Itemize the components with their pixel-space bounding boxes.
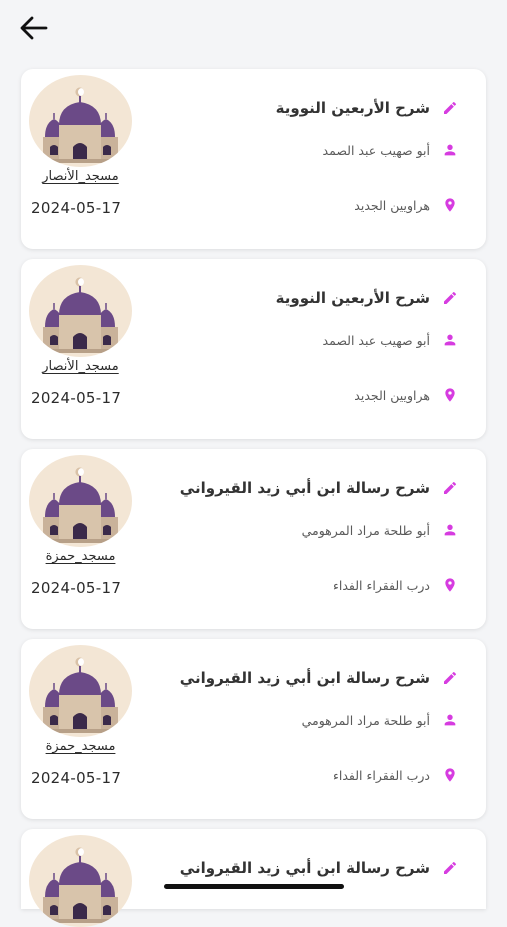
pencil-icon <box>442 100 458 116</box>
mosque-icon <box>43 467 118 543</box>
lesson-card[interactable]: مسجد_حمزة 2024-05-17 شرح رسالة ابن أبي ز… <box>21 639 486 819</box>
sheikh-name: أبو طلحة مراد المرهومي <box>301 712 430 728</box>
mosque-icon <box>43 657 118 733</box>
location-row: درب الفقراء الفداء <box>333 767 458 783</box>
lesson-title: شرح رسالة ابن أبي زيد القيرواني <box>179 669 430 687</box>
pencil-icon <box>442 290 458 306</box>
mosque-name[interactable]: مسجد_الأنصار <box>29 359 132 374</box>
lesson-title-row: شرح رسالة ابن أبي زيد القيرواني <box>180 479 458 497</box>
location-name: درب الفقراء الفداء <box>332 767 430 783</box>
person-icon <box>442 712 458 728</box>
person-icon <box>442 522 458 538</box>
mosque-avatar <box>29 75 132 167</box>
mosque-icon <box>43 847 118 923</box>
lesson-title: شرح الأربعين النووية <box>275 99 430 117</box>
pencil-icon <box>442 860 458 876</box>
mosque-avatar-block: مسجد_الأنصار <box>29 265 132 374</box>
lesson-title-row: شرح الأربعين النووية <box>276 99 458 117</box>
lesson-date: 2024-05-17 <box>31 769 122 787</box>
lesson-title: شرح رسالة ابن أبي زيد القيرواني <box>179 859 430 877</box>
mosque-avatar <box>29 835 132 927</box>
location-pin-icon <box>442 387 458 403</box>
lesson-date: 2024-05-17 <box>31 389 122 407</box>
top-bar <box>0 0 507 56</box>
mosque-avatar <box>29 455 132 547</box>
lesson-title: شرح الأربعين النووية <box>275 289 430 307</box>
lesson-title-row: شرح رسالة ابن أبي زيد القيرواني <box>180 669 458 687</box>
mosque-icon <box>43 87 118 163</box>
mosque-avatar-block: مسجد_الأنصار <box>29 75 132 184</box>
location-pin-icon <box>442 767 458 783</box>
back-button[interactable] <box>16 12 52 44</box>
mosque-name[interactable]: مسجد_حمزة <box>29 549 132 564</box>
location-row: درب الفقراء الفداء <box>333 577 458 593</box>
pencil-icon <box>442 480 458 496</box>
person-icon <box>442 332 458 348</box>
mosque-icon <box>43 277 118 353</box>
mosque-avatar-block: مسجد_حمزة <box>29 645 132 754</box>
lesson-title-row: شرح الأربعين النووية <box>276 289 458 307</box>
lesson-card[interactable]: شرح رسالة ابن أبي زيد القيرواني <box>21 829 486 927</box>
location-row: هراويين الجديد <box>354 197 458 213</box>
lesson-date: 2024-05-17 <box>31 579 122 597</box>
lesson-card[interactable]: مسجد_حمزة 2024-05-17 شرح رسالة ابن أبي ز… <box>21 449 486 629</box>
lesson-title-row: شرح رسالة ابن أبي زيد القيرواني <box>180 859 458 877</box>
lesson-card[interactable]: مسجد_الأنصار 2024-05-17 شرح الأربعين الن… <box>21 259 486 439</box>
mosque-name[interactable]: مسجد_حمزة <box>29 739 132 754</box>
arrow-left-icon <box>20 16 48 40</box>
sheikh-name: أبو صهيب عبد الصمد <box>322 332 430 348</box>
mosque-avatar-block: مسجد_حمزة <box>29 455 132 564</box>
sheikh-row: أبو صهيب عبد الصمد <box>323 332 458 348</box>
mosque-avatar <box>29 645 132 737</box>
location-name: درب الفقراء الفداء <box>332 577 430 593</box>
lesson-title: شرح رسالة ابن أبي زيد القيرواني <box>179 479 430 497</box>
person-icon <box>442 142 458 158</box>
pencil-icon <box>442 670 458 686</box>
mosque-avatar-block <box>29 835 132 927</box>
location-name: هراويين الجديد <box>354 197 430 213</box>
lesson-date: 2024-05-17 <box>31 199 122 217</box>
home-indicator <box>164 884 344 889</box>
lessons-list: مسجد_الأنصار 2024-05-17 شرح الأربعين الن… <box>21 69 486 927</box>
sheikh-row: أبو طلحة مراد المرهومي <box>302 522 458 538</box>
sheikh-row: أبو طلحة مراد المرهومي <box>302 712 458 728</box>
sheikh-row: أبو صهيب عبد الصمد <box>323 142 458 158</box>
sheikh-name: أبو طلحة مراد المرهومي <box>301 522 430 538</box>
location-name: هراويين الجديد <box>354 387 430 403</box>
location-row: هراويين الجديد <box>354 387 458 403</box>
location-pin-icon <box>442 197 458 213</box>
sheikh-name: أبو صهيب عبد الصمد <box>322 142 430 158</box>
location-pin-icon <box>442 577 458 593</box>
mosque-avatar <box>29 265 132 357</box>
mosque-name[interactable]: مسجد_الأنصار <box>29 169 132 184</box>
lesson-card[interactable]: مسجد_الأنصار 2024-05-17 شرح الأربعين الن… <box>21 69 486 249</box>
